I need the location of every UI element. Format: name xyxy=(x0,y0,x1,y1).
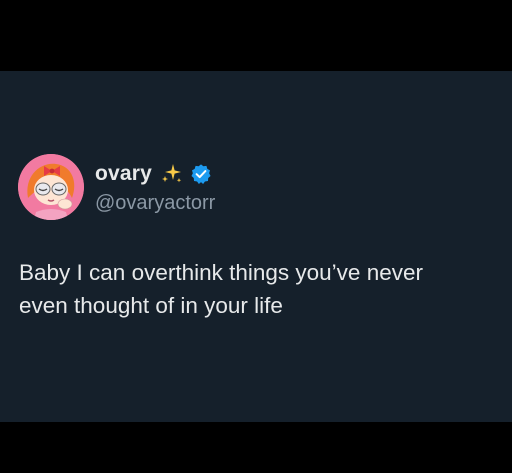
tweet-header: ovary @ovaryactorr xyxy=(18,152,215,222)
name-row: ovary xyxy=(95,160,215,188)
avatar-illustration xyxy=(18,154,84,220)
display-name[interactable]: ovary xyxy=(95,162,152,186)
tweet-text: Baby I can overthink things you’ve never… xyxy=(19,260,423,318)
verified-badge-icon[interactable] xyxy=(190,163,212,185)
sparkles-icon xyxy=(160,162,184,186)
avatar[interactable] xyxy=(18,154,84,220)
letterbox-top xyxy=(0,0,512,71)
letterbox-bottom xyxy=(0,422,512,473)
user-handle[interactable]: @ovaryactorr xyxy=(95,192,215,215)
tweet-card[interactable]: ovary @ovaryactorr Baby I can overthink … xyxy=(0,71,512,422)
tweet-identity: ovary @ovaryactorr xyxy=(95,160,215,215)
screenshot-frame: ovary @ovaryactorr Baby I can overthink … xyxy=(0,0,512,473)
